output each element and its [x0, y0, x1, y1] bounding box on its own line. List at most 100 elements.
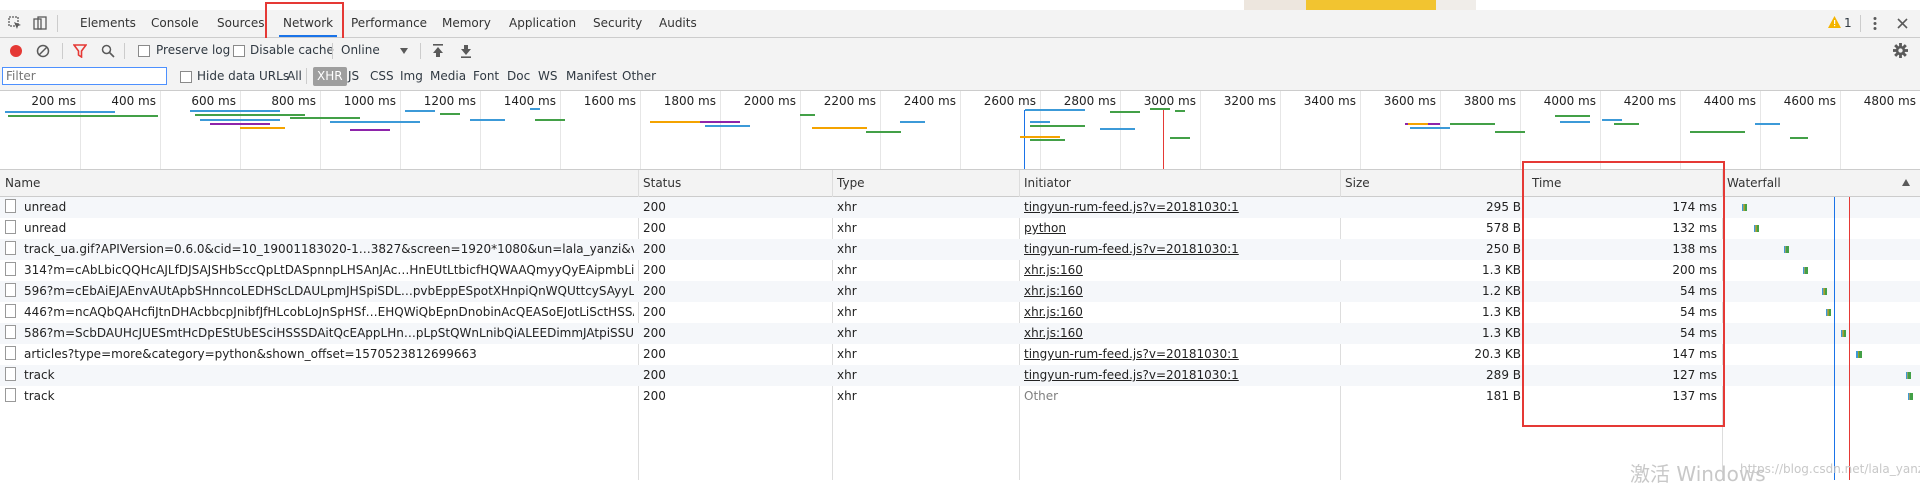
hide-data-urls-label: Hide data URLs [197, 69, 290, 83]
column-status-header[interactable]: Status [638, 170, 832, 196]
column-waterfall-header[interactable]: Waterfall [1722, 170, 1920, 196]
timeline-gridline [880, 91, 881, 169]
timeline-activity-bar [405, 110, 435, 112]
tab-performance[interactable]: Performance [351, 10, 427, 37]
request-name[interactable]: 596?m=cEbAiEJAEnvAUtApbSHnncoLEDHScLDAUL… [24, 284, 634, 298]
request-name[interactable]: 314?m=cAbLbicQQHcAJLfDJSAJSHbSccQpLtDASp… [24, 263, 634, 277]
highlight-network-tab [265, 2, 344, 41]
initiator-cell[interactable]: tingyun-rum-feed.js?v=20181030:1 [1019, 197, 1339, 218]
request-name-cell[interactable]: track [0, 365, 634, 386]
waterfall-bar[interactable] [1825, 309, 1831, 316]
request-name[interactable]: 446?m=ncAQbQAHcfiJtnDHAcbbcpJnibfJfHLcob… [24, 305, 634, 319]
tab-sources[interactable]: Sources [217, 10, 264, 37]
timeline-gridline [800, 91, 801, 169]
initiator-cell[interactable]: xhr.js:160 [1019, 260, 1339, 281]
warning-count[interactable]: 1 [1844, 10, 1852, 37]
tab-elements[interactable]: Elements [80, 10, 136, 37]
request-name[interactable]: track_ua.gif?APIVersion=0.6.0&cid=10_190… [24, 242, 634, 256]
request-name[interactable]: unread [24, 221, 66, 235]
import-har-icon[interactable] [432, 44, 444, 58]
waterfall-bar[interactable] [1841, 330, 1846, 337]
type-filter-doc[interactable]: Doc [507, 69, 530, 83]
record-icon[interactable] [9, 44, 23, 58]
request-name-cell[interactable]: track_ua.gif?APIVersion=0.6.0&cid=10_190… [0, 239, 634, 260]
waterfall-bar[interactable] [1822, 288, 1827, 295]
export-har-icon[interactable] [460, 44, 472, 58]
request-name-cell[interactable]: track [0, 386, 634, 407]
filter-icon[interactable] [73, 44, 87, 58]
clear-icon[interactable] [36, 44, 50, 58]
waterfall-bar[interactable] [1905, 372, 1911, 379]
type-filter-img[interactable]: Img [400, 69, 423, 83]
column-type-header[interactable]: Type [832, 170, 1024, 196]
throttling-select[interactable]: Online [341, 43, 380, 57]
more-menu-icon[interactable] [1872, 16, 1878, 31]
timeline-gridline [400, 91, 401, 169]
initiator-cell[interactable]: tingyun-rum-feed.js?v=20181030:1 [1019, 365, 1339, 386]
blog-url-watermark: https://blog.csdn.net/lala_yanzi [1740, 462, 1920, 476]
column-initiator-header[interactable]: Initiator [1019, 170, 1340, 196]
request-name-cell[interactable]: unread [0, 197, 634, 218]
inspect-element-icon[interactable] [8, 16, 22, 30]
request-name[interactable]: track [24, 368, 55, 382]
device-toolbar-icon[interactable] [33, 16, 47, 30]
warning-icon[interactable] [1828, 16, 1841, 28]
waterfall-bar[interactable] [1742, 204, 1748, 211]
search-icon[interactable] [101, 44, 115, 58]
chevron-down-icon[interactable] [400, 48, 408, 54]
tab-application[interactable]: Application [509, 10, 576, 37]
preserve-log-checkbox[interactable] [138, 45, 150, 57]
type-filter-xhr[interactable]: XHR [313, 67, 347, 86]
tab-console[interactable]: Console [151, 10, 199, 37]
file-icon [5, 367, 16, 381]
timeline-gridline [640, 91, 641, 169]
status-cell: 200 [643, 221, 666, 235]
type-filter-all[interactable]: All [287, 69, 302, 83]
request-name-cell[interactable]: 586?m=ScbDAUHcJUESmtHcDpEStUbESciHSSSDAi… [0, 323, 634, 344]
initiator-cell[interactable]: xhr.js:160 [1019, 281, 1339, 302]
request-name-cell[interactable]: articles?type=more&category=python&shown… [0, 344, 634, 365]
request-name-cell[interactable]: 446?m=ncAQbQAHcfiJtnDHAcbbcpJnibfJfHLcob… [0, 302, 634, 323]
type-filter-js[interactable]: JS [348, 69, 359, 83]
request-name[interactable]: unread [24, 200, 66, 214]
waterfall-bar[interactable] [1856, 351, 1862, 358]
network-overview-timeline[interactable]: 200 ms 400 ms 600 ms 800 ms 1000 ms 1200 ms 14… [0, 91, 1920, 170]
sort-ascending-icon[interactable] [1902, 179, 1910, 186]
request-name-cell[interactable]: 314?m=cAbLbicQQHcAJLfDJSAJSHbSccQpLtDASp… [0, 260, 634, 281]
initiator-cell[interactable]: xhr.js:160 [1019, 302, 1339, 323]
waterfall-bar[interactable] [1753, 225, 1759, 232]
waterfall-bar[interactable] [1803, 267, 1808, 274]
request-name[interactable]: 586?m=ScbDAUHcJUESmtHcDpEStUbESciHSSSDAi… [24, 326, 634, 340]
type-filter-other[interactable]: Other [622, 69, 656, 83]
type-filter-media[interactable]: Media [430, 69, 466, 83]
tab-security[interactable]: Security [593, 10, 642, 37]
type-filter-manifest[interactable]: Manifest [566, 69, 617, 83]
tab-memory[interactable]: Memory [442, 10, 491, 37]
waterfall-bar[interactable] [1784, 246, 1789, 253]
type-filter-font[interactable]: Font [473, 69, 499, 83]
size-cell: 1.2 KB [1482, 284, 1521, 298]
column-name-header[interactable]: Name [0, 170, 638, 196]
close-icon[interactable] [1896, 17, 1909, 30]
file-icon [5, 262, 16, 276]
initiator-cell[interactable]: tingyun-rum-feed.js?v=20181030:1 [1019, 344, 1339, 365]
request-name[interactable]: articles?type=more&category=python&shown… [24, 347, 477, 361]
filter-input[interactable] [2, 67, 167, 85]
type-filter-ws[interactable]: WS [538, 69, 557, 83]
timeline-activity-bar [1020, 136, 1060, 138]
initiator-cell[interactable]: python [1019, 218, 1339, 239]
gear-icon[interactable] [1893, 43, 1908, 58]
request-name[interactable]: track [24, 389, 55, 403]
waterfall-bar[interactable] [1907, 393, 1913, 400]
initiator-cell[interactable]: tingyun-rum-feed.js?v=20181030:1 [1019, 239, 1339, 260]
timeline-gridline [960, 91, 961, 169]
type-filter-css[interactable]: CSS [370, 69, 394, 83]
tab-audits[interactable]: Audits [659, 10, 697, 37]
disable-cache-checkbox[interactable] [233, 45, 245, 57]
request-name-cell[interactable]: unread [0, 218, 634, 239]
initiator-cell[interactable]: xhr.js:160 [1019, 323, 1339, 344]
hide-data-urls-checkbox[interactable] [180, 71, 192, 83]
request-name-cell[interactable]: 596?m=cEbAiEJAEnvAUtApbSHnncoLEDHScLDAUL… [0, 281, 634, 302]
column-size-header[interactable]: Size [1340, 170, 1526, 196]
size-cell: 295 B [1486, 200, 1521, 214]
